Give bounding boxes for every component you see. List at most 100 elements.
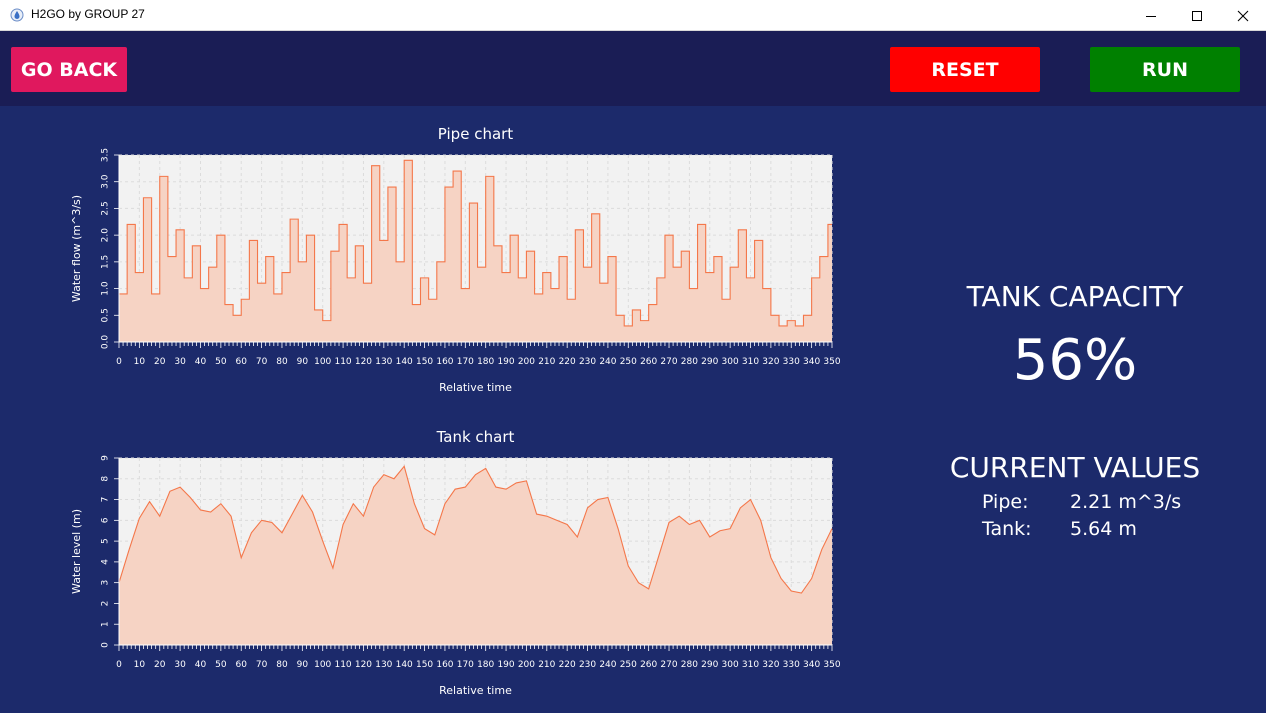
x-tick-label: 330 bbox=[783, 660, 800, 670]
x-tick-label: 130 bbox=[375, 660, 392, 670]
x-tick-label: 340 bbox=[803, 660, 820, 670]
x-axis-label: Relative time bbox=[439, 381, 512, 394]
x-tick-label: 70 bbox=[256, 660, 268, 670]
x-tick-label: 180 bbox=[477, 660, 494, 670]
y-tick-label: 8 bbox=[101, 476, 111, 482]
x-tick-label: 220 bbox=[559, 660, 576, 670]
y-axis-label: Water flow (m^3/s) bbox=[70, 195, 83, 302]
x-tick-label: 100 bbox=[314, 357, 331, 367]
close-icon bbox=[1237, 10, 1249, 21]
x-tick-label: 90 bbox=[297, 357, 309, 367]
pipe-value: 2.21 m^3/s bbox=[1070, 491, 1182, 513]
x-tick-label: 310 bbox=[742, 660, 759, 670]
pipe-label: Pipe: bbox=[982, 491, 1029, 513]
close-button[interactable] bbox=[1220, 0, 1266, 31]
x-tick-label: 150 bbox=[416, 357, 433, 367]
x-tick-label: 330 bbox=[783, 357, 800, 367]
y-tick-label: 3.0 bbox=[101, 174, 111, 189]
x-tick-label: 40 bbox=[195, 660, 207, 670]
x-tick-label: 170 bbox=[457, 660, 474, 670]
x-tick-label: 160 bbox=[436, 660, 453, 670]
x-tick-label: 240 bbox=[599, 660, 616, 670]
x-tick-label: 120 bbox=[355, 660, 372, 670]
x-tick-label: 210 bbox=[538, 357, 555, 367]
y-tick-label: 1 bbox=[101, 621, 111, 627]
x-tick-label: 80 bbox=[276, 357, 288, 367]
x-tick-label: 20 bbox=[154, 357, 166, 367]
x-tick-label: 140 bbox=[396, 660, 413, 670]
x-tick-label: 60 bbox=[236, 660, 248, 670]
x-tick-label: 200 bbox=[518, 357, 535, 367]
x-tick-label: 230 bbox=[579, 660, 596, 670]
x-tick-label: 350 bbox=[823, 660, 840, 670]
x-tick-label: 340 bbox=[803, 357, 820, 367]
x-tick-label: 0 bbox=[116, 660, 122, 670]
run-button[interactable]: RUN bbox=[1090, 47, 1240, 92]
x-tick-label: 250 bbox=[620, 660, 637, 670]
x-tick-label: 310 bbox=[742, 357, 759, 367]
x-tick-label: 80 bbox=[276, 660, 288, 670]
y-tick-label: 7 bbox=[101, 497, 111, 503]
charts-area: 0 10 20 30 40 50 60 70 80 90 100 110 120 130 140 150 160… bbox=[70, 125, 841, 697]
x-tick-label: 290 bbox=[701, 660, 718, 670]
x-tick-label: 130 bbox=[375, 357, 392, 367]
x-tick-label: 220 bbox=[559, 357, 576, 367]
y-tick-label: 1.5 bbox=[101, 255, 111, 269]
chart-title: Pipe chart bbox=[438, 125, 514, 143]
minimize-icon bbox=[1146, 15, 1156, 17]
y-tick-label: 4 bbox=[101, 559, 111, 565]
x-tick-label: 200 bbox=[518, 660, 535, 670]
x-tick-label: 30 bbox=[174, 660, 186, 670]
x-tick-label: 250 bbox=[620, 357, 637, 367]
x-tick-label: 270 bbox=[660, 357, 677, 367]
x-tick-label: 270 bbox=[660, 660, 677, 670]
x-tick-label: 100 bbox=[314, 660, 331, 670]
x-tick-label: 10 bbox=[134, 357, 146, 367]
x-tick-label: 110 bbox=[334, 660, 351, 670]
x-tick-label: 260 bbox=[640, 660, 657, 670]
x-tick-label: 320 bbox=[762, 660, 779, 670]
x-tick-label: 140 bbox=[396, 357, 413, 367]
x-tick-label: 240 bbox=[599, 357, 616, 367]
x-tick-label: 50 bbox=[215, 660, 227, 670]
y-tick-label: 5 bbox=[101, 538, 111, 544]
x-tick-label: 60 bbox=[236, 357, 248, 367]
x-tick-label: 10 bbox=[134, 660, 146, 670]
x-tick-label: 40 bbox=[195, 357, 207, 367]
x-tick-label: 210 bbox=[538, 660, 555, 670]
tank-capacity-value: 56% bbox=[1012, 328, 1138, 393]
y-tick-label: 2.5 bbox=[101, 201, 111, 215]
x-tick-label: 70 bbox=[256, 357, 268, 367]
y-tick-label: 3.5 bbox=[101, 148, 111, 162]
x-tick-label: 50 bbox=[215, 357, 227, 367]
tank-label: Tank: bbox=[982, 518, 1032, 540]
x-tick-label: 190 bbox=[497, 357, 514, 367]
y-tick-label: 1.0 bbox=[101, 281, 111, 296]
x-tick-label: 30 bbox=[174, 357, 186, 367]
x-tick-label: 280 bbox=[681, 660, 698, 670]
x-tick-label: 280 bbox=[681, 357, 698, 367]
x-tick-label: 300 bbox=[722, 660, 739, 670]
minimize-button[interactable] bbox=[1128, 0, 1174, 31]
x-tick-label: 350 bbox=[823, 357, 840, 367]
maximize-button[interactable] bbox=[1174, 0, 1220, 31]
x-tick-label: 90 bbox=[297, 660, 309, 670]
x-axis-label: Relative time bbox=[439, 684, 512, 697]
x-tick-label: 260 bbox=[640, 357, 657, 367]
x-tick-label: 150 bbox=[416, 660, 433, 670]
chart-pipe: 0 10 20 30 40 50 60 70 80 90 100 110 120 130 140 150 160… bbox=[70, 125, 841, 394]
chart-title: Tank chart bbox=[436, 428, 515, 446]
x-tick-label: 0 bbox=[116, 357, 122, 367]
x-tick-label: 230 bbox=[579, 357, 596, 367]
reset-button[interactable]: RESET bbox=[890, 47, 1040, 92]
tank-value: 5.64 m bbox=[1070, 518, 1137, 540]
y-tick-label: 0.5 bbox=[101, 308, 111, 322]
x-tick-label: 180 bbox=[477, 357, 494, 367]
chart-tank: 0 10 20 30 40 50 60 70 80 90 100 110 120 130 140 150 160… bbox=[70, 428, 841, 697]
maximize-icon bbox=[1192, 10, 1202, 21]
y-tick-label: 0 bbox=[101, 642, 111, 648]
x-tick-label: 20 bbox=[154, 660, 166, 670]
y-axis-label: Water level (m) bbox=[70, 509, 83, 594]
y-tick-label: 2 bbox=[101, 601, 111, 607]
x-tick-label: 320 bbox=[762, 357, 779, 367]
